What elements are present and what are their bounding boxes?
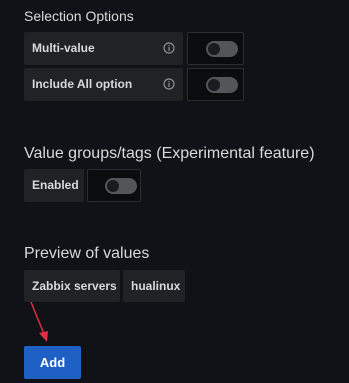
add-button[interactable]: Add [24,346,81,379]
multi-value-label: Multi-value [32,41,95,55]
preview-value-tag: Zabbix servers [24,270,120,302]
multi-value-switch-box [187,32,244,65]
annotation-arrow-icon [30,301,48,342]
toggle-knob [208,79,220,91]
include-all-label: Include All option [32,77,133,91]
include-all-switch-box [187,68,244,101]
enabled-label-box: Enabled [24,169,84,202]
info-icon[interactable] [163,42,175,54]
value-groups-title: Value groups/tags (Experimental feature) [24,145,315,162]
selection-options-title: Selection Options [24,8,134,24]
variable-editor: Selection Options Multi-value Include Al… [0,0,349,383]
preview-value-tag: hualinux [123,270,185,302]
enabled-label: Enabled [32,178,79,192]
preview-title: Preview of values [24,245,150,262]
multi-value-toggle[interactable] [206,41,238,57]
include-all-toggle[interactable] [206,77,238,93]
include-all-label-box: Include All option [24,68,183,101]
toggle-knob [107,180,119,192]
multi-value-label-box: Multi-value [24,32,183,65]
enabled-switch-box [87,169,141,202]
info-icon[interactable] [163,78,175,90]
toggle-knob [208,43,220,55]
enabled-toggle[interactable] [105,178,137,194]
